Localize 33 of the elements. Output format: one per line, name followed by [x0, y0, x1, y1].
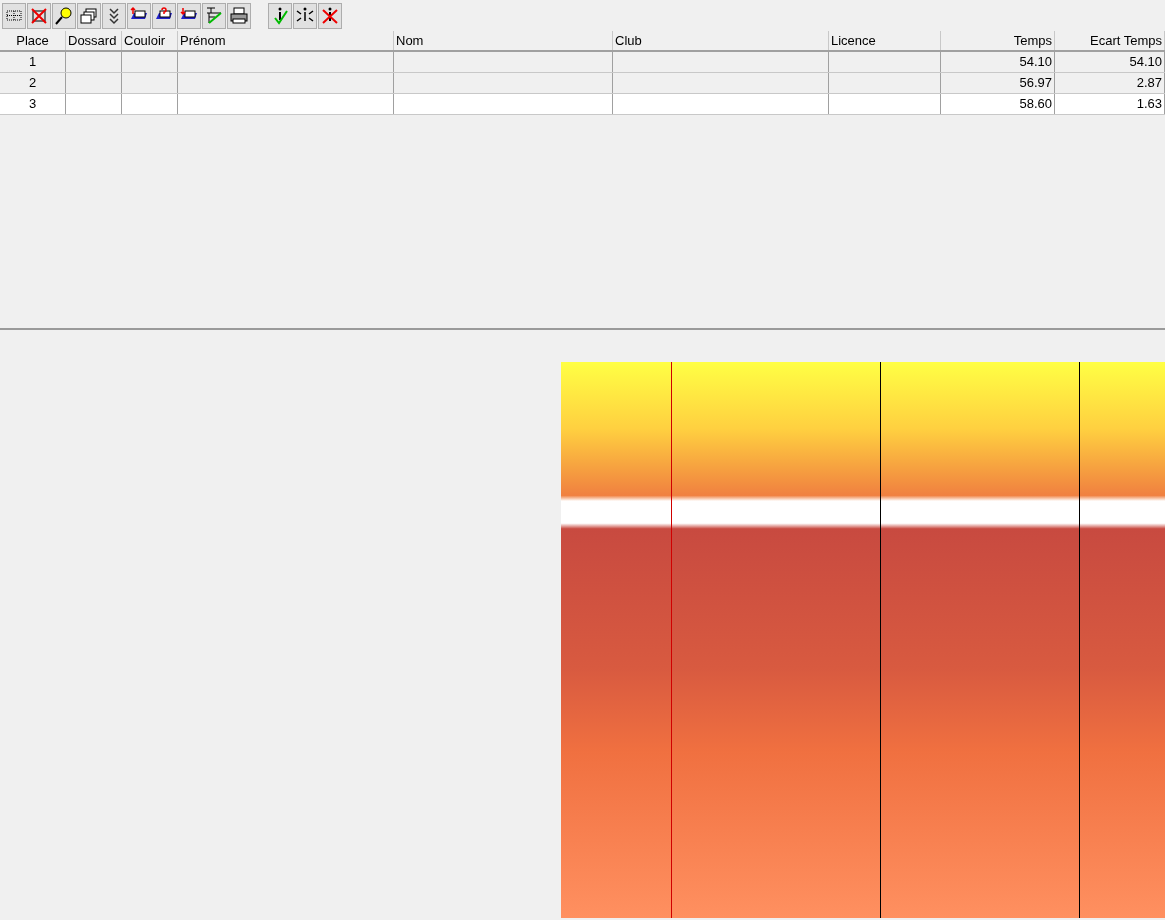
table-cell: 54.10 [1129, 54, 1162, 69]
table-cell: 1.63 [1136, 96, 1162, 111]
printer-icon [228, 4, 250, 27]
toolbar-button[interactable] [293, 2, 317, 29]
column-header[interactable]: Place [0, 31, 66, 50]
toolbar-button[interactable] [52, 2, 76, 29]
table-row[interactable]: 3 58.60 1.63 [0, 94, 1165, 115]
table-cell: 2 [28, 75, 37, 90]
search-icon [53, 4, 75, 27]
toolbar-button[interactable] [318, 2, 342, 29]
table-cell: 54.10 [1019, 54, 1052, 69]
toolbar-button[interactable] [152, 2, 176, 29]
toolbar-button[interactable] [268, 2, 292, 29]
column-header[interactable]: Dossard [66, 31, 122, 50]
column-header[interactable]: Club [613, 31, 829, 50]
table-cell: 2.87 [1136, 75, 1162, 90]
table-cell: 1 [28, 54, 37, 69]
toolbar-button[interactable] [227, 2, 251, 29]
table-row[interactable]: 1 54.10 54.10 [0, 52, 1165, 73]
table-cell: 3 [28, 96, 37, 111]
table-row[interactable]: 2 56.97 2.87 [0, 73, 1165, 94]
column-header[interactable]: Nom [394, 31, 613, 50]
table-cell: 58.60 [1019, 96, 1052, 111]
column-header[interactable]: Temps [941, 31, 1055, 50]
toolbar-button[interactable] [102, 2, 126, 29]
toolbar-button[interactable] [127, 2, 151, 29]
toolbar-button[interactable] [177, 2, 201, 29]
column-header[interactable]: Ecart Temps [1055, 31, 1165, 50]
column-header[interactable]: Couloir [122, 31, 178, 50]
column-header[interactable]: Licence [829, 31, 941, 50]
column-header[interactable]: Prénom [178, 31, 394, 50]
toolbar-button[interactable] [77, 2, 101, 29]
table-cell: 56.97 [1019, 75, 1052, 90]
